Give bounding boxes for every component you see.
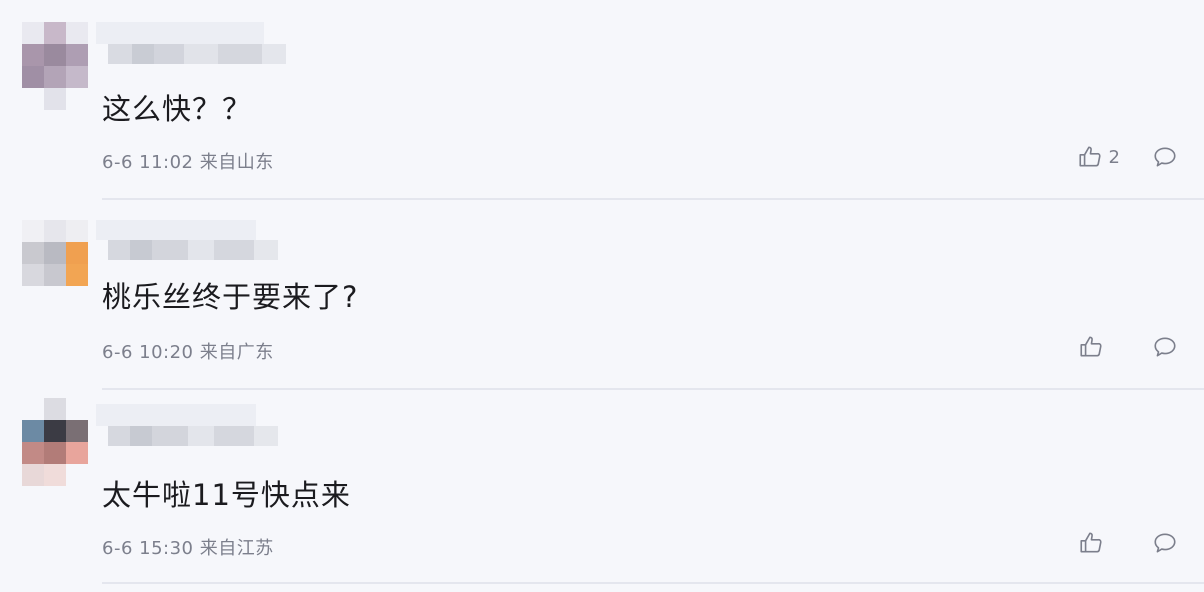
comment-text: 太牛啦11号快点来	[102, 478, 351, 512]
username-blurred[interactable]	[96, 22, 286, 66]
username-blurred[interactable]	[96, 220, 286, 264]
comment-meta: 6-6 15:30 来自江苏	[102, 534, 274, 560]
comment-location: 来自山东	[199, 152, 274, 173]
like-button[interactable]	[1078, 334, 1120, 360]
comment-location: 来自广东	[199, 342, 274, 363]
comment-actions	[1078, 334, 1178, 360]
comment-item: 桃乐丝终于要来了? 6-6 10:20 来自广东	[0, 200, 1204, 390]
divider	[102, 582, 1204, 584]
thumbs-up-icon	[1078, 146, 1101, 167]
comment-bubble-icon[interactable]	[1152, 144, 1178, 170]
comment-meta: 6-6 11:02 来自山东	[102, 148, 274, 174]
comment-item: 这么快？？ 6-6 11:02 来自山东 2	[0, 0, 1204, 200]
username-blurred[interactable]	[96, 404, 286, 448]
comment-actions	[1078, 530, 1178, 556]
comment-text: 这么快？？	[102, 92, 253, 126]
comment-time: 11:02	[139, 152, 194, 173]
comment-date: 6-6	[102, 538, 133, 559]
comment-bubble-icon[interactable]	[1152, 530, 1178, 556]
comment-meta: 6-6 10:20 来自广东	[102, 338, 274, 364]
comment-item: 太牛啦11号快点来 6-6 15:30 来自江苏	[0, 390, 1204, 592]
thumbs-up-icon	[1080, 336, 1102, 357]
avatar[interactable]	[22, 22, 88, 110]
like-count: 2	[1108, 146, 1120, 168]
like-button[interactable]	[1078, 530, 1120, 556]
comment-time: 15:30	[139, 538, 194, 559]
comment-time: 10:20	[139, 342, 194, 363]
comment-date: 6-6	[102, 342, 133, 363]
comment-location: 来自江苏	[199, 538, 274, 559]
like-button[interactable]: 2	[1077, 144, 1120, 170]
comment-date: 6-6	[102, 152, 133, 173]
comment-text: 桃乐丝终于要来了?	[102, 280, 359, 314]
avatar[interactable]	[22, 220, 88, 308]
comment-list: 这么快？？ 6-6 11:02 来自山东 2 桃乐丝终于要来了? 6-6 10:…	[0, 0, 1204, 592]
thumbs-up-icon	[1080, 532, 1102, 553]
comment-bubble-icon[interactable]	[1152, 334, 1178, 360]
avatar[interactable]	[22, 398, 88, 486]
comment-actions: 2	[1077, 144, 1178, 170]
